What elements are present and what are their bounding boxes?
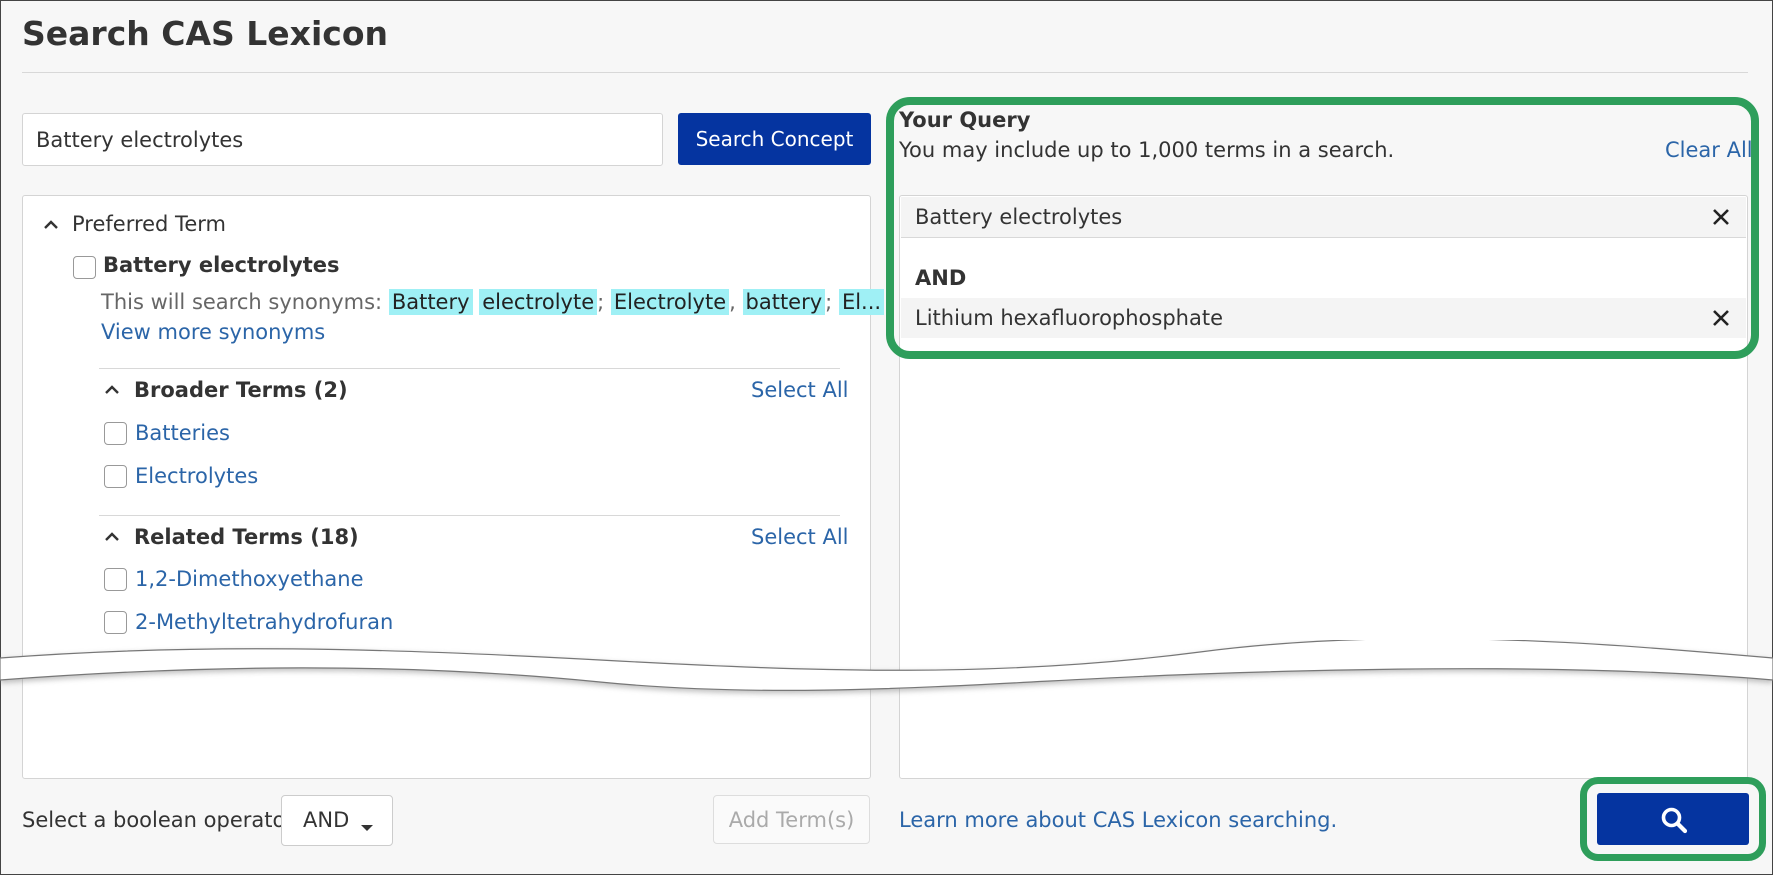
query-item-label: Lithium hexafluorophosphate xyxy=(915,306,1224,330)
related-term-item[interactable]: 1,2-Dimethoxyethane xyxy=(135,567,364,591)
query-item-divider xyxy=(901,237,1746,238)
operator-value: AND xyxy=(303,808,350,832)
page-title: Search CAS Lexicon xyxy=(22,14,388,53)
related-term-item[interactable]: 2-Methyltetrahydrofuran xyxy=(135,610,393,634)
close-icon[interactable] xyxy=(1710,307,1732,329)
query-item: Lithium hexafluorophosphate xyxy=(901,298,1746,338)
synonym-separator: ; xyxy=(825,290,833,314)
add-terms-button[interactable]: Add Term(s) xyxy=(713,795,870,844)
learn-more-link[interactable]: Learn more about CAS Lexicon searching. xyxy=(899,808,1337,832)
broader-select-all-link[interactable]: Select All xyxy=(751,378,849,402)
screenshot-break xyxy=(0,640,1773,694)
related-select-all-link[interactable]: Select All xyxy=(751,525,849,549)
broader-term-item[interactable]: Electrolytes xyxy=(135,464,258,488)
related-terms-header[interactable]: Related Terms (18) xyxy=(134,525,359,549)
search-button[interactable] xyxy=(1597,793,1749,845)
query-hint: You may include up to 1,000 terms in a s… xyxy=(899,138,1395,162)
synonym-chip: El... xyxy=(838,289,885,315)
related-term-checkbox[interactable] xyxy=(104,611,127,634)
title-divider xyxy=(22,72,1748,73)
broader-term-item[interactable]: Batteries xyxy=(135,421,230,445)
query-item-label: Battery electrolytes xyxy=(915,205,1123,229)
synonyms-prefix: This will search synonyms: xyxy=(101,290,383,314)
search-icon xyxy=(1660,806,1688,837)
caret-down-icon xyxy=(360,817,374,836)
synonym-chip: battery xyxy=(742,289,826,315)
clear-all-link[interactable]: Clear All xyxy=(1665,138,1753,162)
close-icon[interactable] xyxy=(1710,206,1732,228)
broader-term-checkbox[interactable] xyxy=(104,422,127,445)
preferred-term-checkbox[interactable] xyxy=(73,256,96,279)
synonyms-line: This will search synonyms: Battery elect… xyxy=(101,289,885,315)
broader-terms-header[interactable]: Broader Terms (2) xyxy=(134,378,348,402)
view-more-synonyms-link[interactable]: View more synonyms xyxy=(101,320,325,344)
search-input[interactable] xyxy=(22,113,663,166)
query-operator: AND xyxy=(915,266,967,290)
operator-label: Select a boolean operator xyxy=(22,808,294,832)
synonym-chip: Battery xyxy=(388,289,473,315)
chevron-up-icon[interactable] xyxy=(103,528,121,546)
boolean-operator-select[interactable]: AND xyxy=(281,795,393,846)
query-item: Battery electrolytes xyxy=(901,197,1746,237)
chevron-up-icon[interactable] xyxy=(42,216,60,234)
chevron-up-icon[interactable] xyxy=(103,381,121,399)
related-term-checkbox[interactable] xyxy=(104,568,127,591)
synonym-separator: , xyxy=(729,290,736,314)
preferred-term-header[interactable]: Preferred Term xyxy=(72,212,226,236)
broader-term-checkbox[interactable] xyxy=(104,465,127,488)
preferred-term-label: Battery electrolytes xyxy=(103,253,340,277)
synonym-chip: Electrolyte xyxy=(610,289,730,315)
section-divider xyxy=(99,368,840,369)
query-title: Your Query xyxy=(899,108,1031,132)
synonym-chip: electrolyte xyxy=(479,289,598,315)
section-divider xyxy=(99,515,840,516)
search-concept-button[interactable]: Search Concept xyxy=(678,113,871,165)
synonym-separator: ; xyxy=(597,290,605,314)
